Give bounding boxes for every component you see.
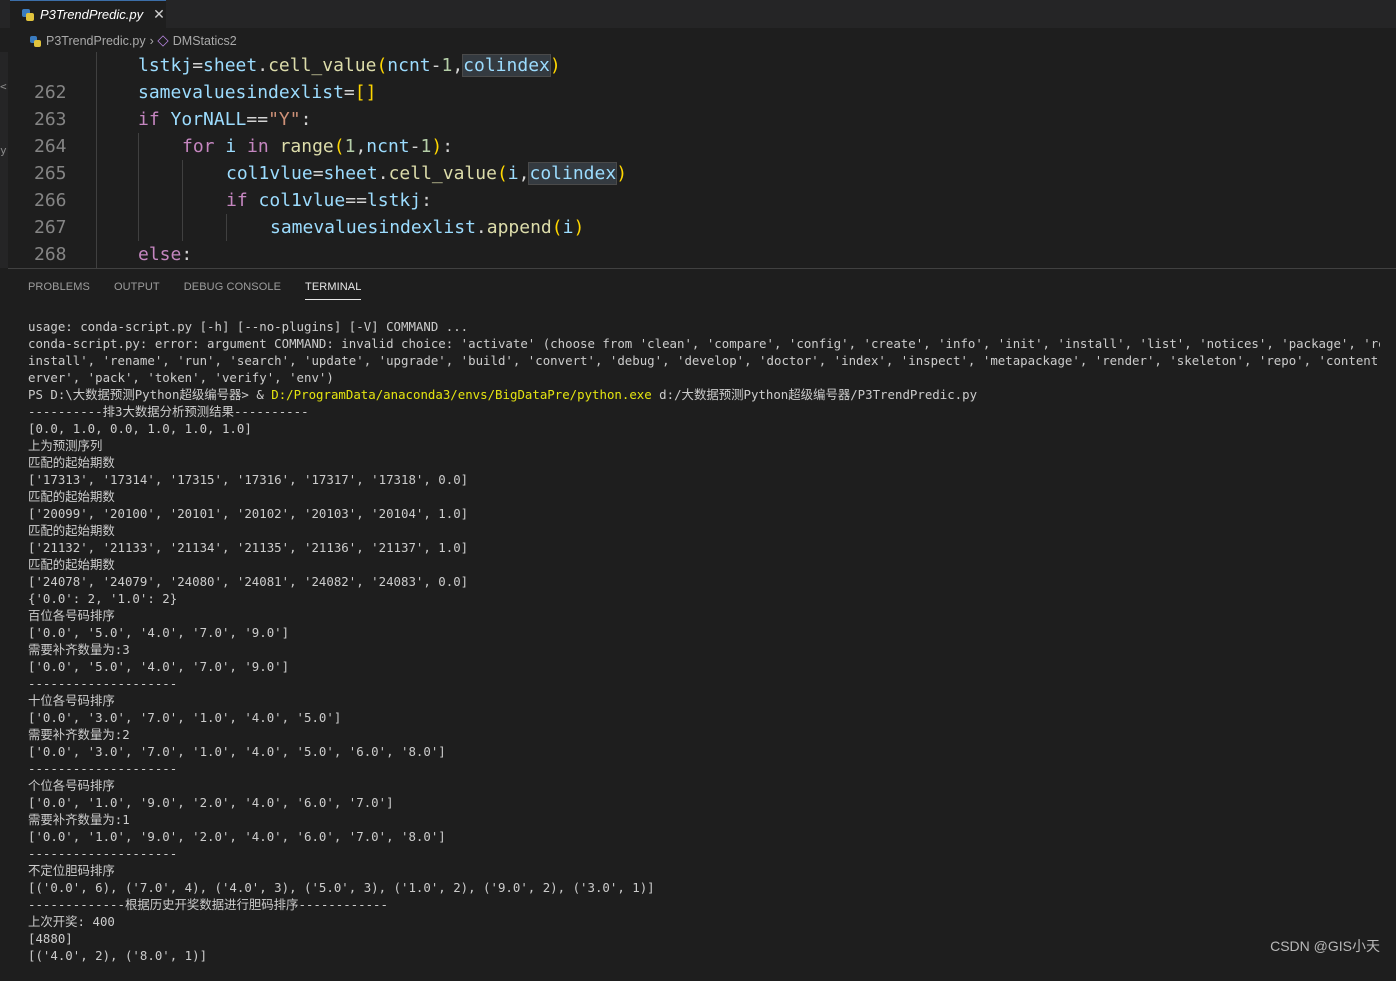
terminal-line: ----------排3大数据分析预测结果---------- (28, 404, 309, 419)
code-line: 268 samevaluesindexlist.append(i) (8, 214, 1396, 265)
editor-tab-bar: P3TrendPredic.py ✕ (0, 0, 1396, 28)
terminal-line: usage: conda-script.py [-h] [--no-plugin… (28, 319, 469, 334)
terminal-line: ['24078', '24079', '24080', '24081', '24… (28, 574, 469, 589)
terminal-line: ['0.0', '1.0', '9.0', '2.0', '4.0', '6.0… (28, 795, 394, 810)
terminal-line: install', 'rename', 'run', 'search', 'up… (28, 353, 1380, 368)
terminal-cursor-line (28, 964, 1380, 981)
terminal-line: ['0.0', '3.0', '7.0', '1.0', '4.0', '5.0… (28, 744, 446, 759)
terminal-line: [0.0, 1.0, 0.0, 1.0, 1.0, 1.0] (28, 421, 252, 436)
code-text: lstkj=sheet.cell_value(ncnt-1,colindex) (138, 54, 561, 77)
tab-problems[interactable]: PROBLEMS (28, 279, 90, 299)
terminal-prompt: PS D:\大数据预测Python超级编号器> (28, 387, 257, 402)
terminal-line: -------------------- (28, 676, 178, 691)
terminal-script-arg: d:/大数据预测Python超级编号器/P3TrendPredic.py (651, 387, 978, 402)
python-file-icon (30, 35, 41, 47)
terminal-line: 上次开奖: 400 (28, 914, 115, 929)
terminal-line: ['0.0', '5.0', '4.0', '7.0', '9.0'] (28, 625, 290, 640)
tab-p3trendpredic[interactable]: P3TrendPredic.py ✕ (10, 0, 166, 28)
indent-guide (182, 187, 183, 214)
terminal-line: {'0.0': 2, '1.0': 2} (28, 591, 178, 606)
terminal-line: 百位各号码排序 (28, 608, 115, 623)
breadcrumb-symbol[interactable]: DMStatics2 (173, 34, 237, 48)
code-text: if col1vlue==lstkj: (226, 190, 432, 211)
terminal-amp: & (256, 387, 272, 402)
indent-guide (138, 214, 139, 241)
code-line: 267 if col1vlue==lstkj: (8, 187, 1396, 238)
terminal-line: 需要补齐数量为:1 (28, 812, 130, 827)
terminal-line: -------------------- (28, 761, 178, 776)
indent-guide (226, 214, 227, 241)
terminal-output[interactable]: usage: conda-script.py [-h] [--no-plugin… (28, 318, 1380, 981)
chevron-right-icon: › (149, 34, 154, 48)
terminal-line: [4880] (28, 931, 73, 946)
indent-guide (138, 187, 139, 214)
code-line: 266 col1vlue=sheet.cell_value(i,colindex… (8, 160, 1396, 211)
terminal-line: 匹配的起始期数 (28, 489, 115, 504)
code-line: 262 lstkj=sheet.cell_value(ncnt-1,colind… (8, 52, 1396, 103)
terminal-line: ['0.0', '1.0', '9.0', '2.0', '4.0', '6.0… (28, 829, 446, 844)
terminal-line: 个位各号码排序 (28, 778, 115, 793)
indent-guide (96, 187, 97, 214)
indent-guide (96, 79, 97, 106)
terminal-line: ['0.0', '5.0', '4.0', '7.0', '9.0'] (28, 659, 290, 674)
terminal-line: -------------------- (28, 846, 178, 861)
terminal-line: 不定位胆码排序 (28, 863, 115, 878)
python-file-icon (22, 8, 34, 21)
terminal-line: ['21132', '21133', '21134', '21135', '21… (28, 540, 469, 555)
panel-tabs: PROBLEMS OUTPUT DEBUG CONSOLE TERMINAL (28, 279, 385, 301)
code-line: 263 samevaluesindexlist=[] (8, 79, 1396, 130)
breadcrumb-file[interactable]: P3TrendPredic.py (46, 34, 146, 48)
symbol-method-icon (157, 35, 169, 47)
indent-guide (138, 160, 139, 187)
terminal-command-line: PS D:\大数据预测Python超级编号器> & D:/ProgramData… (28, 386, 1380, 403)
sidebar-edge: < y (0, 52, 8, 268)
terminal-line: [('4.0', 2), ('8.0', 1)] (28, 948, 208, 963)
close-icon[interactable]: ✕ (153, 7, 165, 23)
code-text: samevaluesindexlist=[] (138, 82, 377, 103)
terminal-line: 十位各号码排序 (28, 693, 115, 708)
tab-output[interactable]: OUTPUT (114, 279, 160, 299)
bottom-panel: PROBLEMS OUTPUT DEBUG CONSOLE TERMINAL u… (8, 268, 1396, 966)
code-text: col1vlue=sheet.cell_value(i,colindex) (226, 162, 628, 185)
code-line: 265 for i in range(1,ncnt-1): (8, 133, 1396, 184)
indent-guide (182, 214, 183, 241)
terminal-line: conda-script.py: error: argument COMMAND… (28, 336, 1380, 351)
code-line: 269 else: (8, 241, 1396, 268)
tab-terminal[interactable]: TERMINAL (305, 279, 362, 300)
terminal-exe-path: D:/ProgramData/anaconda3/envs/BigDataPre… (271, 387, 652, 402)
indent-guide (96, 160, 97, 187)
terminal-line: ['17313', '17314', '17315', '17316', '17… (28, 472, 469, 487)
indent-guide (96, 133, 97, 160)
indent-guide (96, 52, 97, 79)
terminal-line: 需要补齐数量为:2 (28, 727, 130, 742)
terminal-line: ['0.0', '3.0', '7.0', '1.0', '4.0', '5.0… (28, 710, 342, 725)
tab-label: P3TrendPredic.py (40, 7, 144, 22)
terminal-line: erver', 'pack', 'token', 'verify', 'env'… (28, 370, 334, 385)
indent-guide (138, 133, 139, 160)
watermark: CSDN @GIS小天 (1270, 938, 1380, 954)
terminal-line: 匹配的起始期数 (28, 523, 115, 538)
indent-guide (96, 241, 97, 268)
terminal-line: 匹配的起始期数 (28, 557, 115, 572)
indent-guide (96, 214, 97, 241)
code-text: else: (138, 244, 193, 265)
terminal-line: [('0.0', 6), ('7.0', 4), ('4.0', 3), ('5… (28, 880, 655, 895)
terminal-line: 需要补齐数量为:3 (28, 642, 130, 657)
code-line: 264 if YorNALL=="Y": (8, 106, 1396, 157)
code-editor[interactable]: 262 lstkj=sheet.cell_value(ncnt-1,colind… (8, 52, 1396, 268)
terminal-line: 上为预测序列 (28, 438, 103, 453)
terminal-line: ['20099', '20100', '20101', '20102', '20… (28, 506, 469, 521)
edge-mark: < (0, 80, 7, 93)
terminal-line: -------------根据历史开奖数据进行胆码排序------------ (28, 897, 388, 912)
edge-mark: y (0, 144, 7, 157)
tab-debug-console[interactable]: DEBUG CONSOLE (184, 279, 281, 299)
code-text: if YorNALL=="Y": (138, 109, 312, 130)
code-text: for i in range(1,ncnt-1): (182, 136, 454, 157)
breadcrumb: P3TrendPredic.py › DMStatics2 (0, 30, 1396, 52)
indent-guide (96, 106, 97, 133)
code-text: samevaluesindexlist.append(i) (270, 217, 585, 238)
indent-guide (182, 160, 183, 187)
terminal-line: 匹配的起始期数 (28, 455, 115, 470)
